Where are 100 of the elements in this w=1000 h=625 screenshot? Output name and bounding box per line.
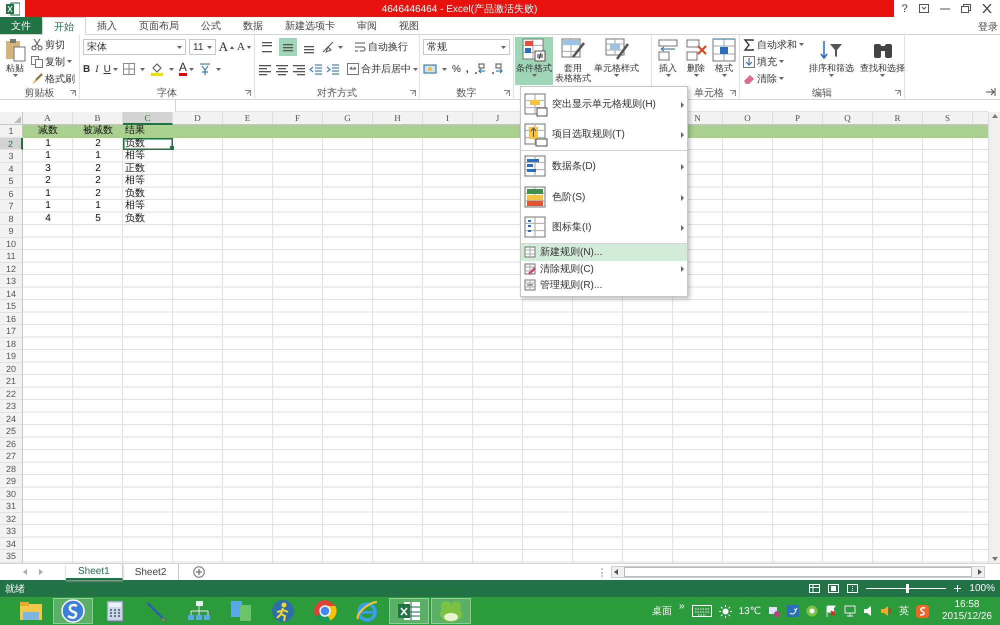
row-header[interactable]: 4 (0, 162, 23, 175)
horizontal-scrollbar[interactable] (611, 566, 985, 578)
format-button[interactable]: 格式 (711, 37, 737, 85)
wrap-text-button[interactable]: 自动换行 (354, 40, 408, 54)
column-header[interactable]: O (723, 112, 773, 125)
clock-time[interactable]: 16:58 (954, 599, 980, 611)
row-header[interactable]: 6 (0, 188, 23, 200)
tray-expand[interactable]: » (679, 601, 685, 612)
row-header[interactable]: 8 (0, 212, 23, 225)
menu-item[interactable]: 新建规则(N)... (521, 244, 687, 260)
vertical-scrollbar[interactable] (988, 112, 1000, 563)
row-header[interactable]: 33 (0, 525, 23, 538)
row-header[interactable]: 14 (0, 288, 23, 300)
italic-button[interactable]: I (95, 64, 99, 74)
font-name-dropdown[interactable]: 宋体 (83, 39, 186, 55)
clock-date[interactable]: 2015/12/26 (942, 611, 992, 623)
column-header[interactable]: D (173, 112, 223, 125)
menu-item[interactable]: 色阶(S) (521, 182, 687, 213)
column-header[interactable]: F (273, 112, 323, 125)
menu-item[interactable]: 清除规则(C) (521, 260, 687, 277)
sign-in-link[interactable]: 登录 (978, 20, 1000, 34)
row-header[interactable]: 24 (0, 412, 23, 425)
merge-center-button[interactable]: 合并后居中 (347, 62, 418, 76)
shrink-font-button[interactable]: A (237, 41, 251, 53)
sheet-tab[interactable]: Sheet1 (66, 564, 123, 580)
row-header[interactable]: 11 (0, 250, 23, 262)
ribbon-tab[interactable]: 开始 (42, 17, 86, 35)
row-header[interactable]: 34 (0, 538, 23, 550)
insert-button[interactable]: 插入 (655, 37, 681, 85)
row-header[interactable]: 35 (0, 550, 23, 562)
row-header[interactable]: 12 (0, 262, 23, 275)
row-header[interactable]: 30 (0, 488, 23, 500)
menu-item[interactable]: 项目选取规则(T) (521, 120, 687, 151)
format-painter-button[interactable]: 格式刷 (31, 71, 75, 86)
menu-item[interactable]: 管理规则(R)... (521, 277, 687, 294)
column-header[interactable]: J (473, 112, 523, 125)
taskbar-button[interactable] (389, 598, 429, 624)
column-header[interactable]: I (423, 112, 473, 125)
ribbon-tab[interactable]: 数据 (232, 17, 274, 34)
delete-button[interactable]: 删除 (683, 37, 709, 85)
fill-handle[interactable] (170, 146, 174, 150)
row-header[interactable]: 26 (0, 438, 23, 450)
font-color-button[interactable]: A (178, 62, 194, 76)
vertical-align-button[interactable] (279, 38, 297, 56)
row-header[interactable]: 9 (0, 225, 23, 238)
ribbon-tab[interactable]: 新建选项卡 (274, 17, 346, 34)
row-header[interactable]: 25 (0, 425, 23, 438)
column-header[interactable]: H (373, 112, 423, 125)
input-method[interactable]: 英 (898, 604, 909, 618)
column-header[interactable]: C (123, 112, 173, 125)
row-header[interactable]: 19 (0, 350, 23, 362)
row-header[interactable]: 5 (0, 175, 23, 188)
font-size-dropdown[interactable]: 11 (189, 39, 216, 55)
row-header[interactable]: 22 (0, 388, 23, 400)
row-header[interactable]: 2 (0, 138, 23, 150)
column-header[interactable]: Q (823, 112, 873, 125)
column-header[interactable]: E (223, 112, 273, 125)
row-header[interactable]: 28 (0, 462, 23, 475)
underline-button[interactable]: U (104, 64, 118, 74)
autosum-button[interactable]: 自动求和 (743, 37, 804, 52)
column-header[interactable]: B (73, 112, 123, 125)
format-table-button[interactable]: 套用 表格格式 (554, 37, 592, 85)
row-header[interactable]: 27 (0, 450, 23, 462)
column-header[interactable] (973, 112, 988, 125)
row-header[interactable]: 17 (0, 325, 23, 338)
comma-button[interactable]: , (466, 64, 469, 74)
ribbon-tab[interactable]: 插入 (86, 17, 128, 34)
desktop-label[interactable]: 桌面 (652, 604, 672, 618)
menu-item[interactable]: 数据条(D) (521, 151, 687, 182)
clear-button[interactable]: 清除 (743, 71, 804, 86)
sort-filter-button[interactable]: 排序和筛选 (808, 37, 855, 85)
fill-button[interactable]: 填充 (743, 54, 804, 69)
conditional-format-button[interactable]: 条件格式 (515, 37, 553, 85)
column-header[interactable]: S (923, 112, 973, 125)
help-button[interactable]: ? (902, 2, 908, 14)
column-header[interactable]: G (323, 112, 373, 125)
row-header[interactable]: 23 (0, 400, 23, 412)
ribbon-tab[interactable]: 视图 (388, 17, 430, 34)
row-header[interactable]: 16 (0, 312, 23, 325)
paste-button[interactable]: 粘贴 (3, 37, 27, 85)
ribbon-tab[interactable]: 审阅 (346, 17, 388, 34)
copy-button[interactable]: 复制 (31, 54, 75, 69)
row-header[interactable]: 13 (0, 275, 23, 288)
row-header[interactable]: 21 (0, 375, 23, 388)
row-header[interactable]: 10 (0, 238, 23, 250)
row-header[interactable]: 20 (0, 362, 23, 375)
ribbon-tab[interactable]: 公式 (190, 17, 232, 34)
row-header[interactable]: 7 (0, 200, 23, 212)
cut-button[interactable]: 剪切 (31, 37, 75, 52)
grow-font-button[interactable]: A (218, 39, 234, 55)
column-header[interactable]: A (23, 112, 73, 125)
file-tab[interactable]: 文件 (0, 17, 42, 34)
row-header[interactable]: 31 (0, 500, 23, 512)
cell-styles-button[interactable]: 单元格样式 (593, 37, 640, 85)
row-header[interactable]: 32 (0, 512, 23, 525)
column-header[interactable]: R (873, 112, 923, 125)
find-select-button[interactable]: 查找和选择 (859, 37, 906, 85)
bold-button[interactable]: B (83, 64, 90, 74)
zoom-thumb[interactable] (906, 584, 910, 593)
row-header[interactable]: 15 (0, 300, 23, 312)
